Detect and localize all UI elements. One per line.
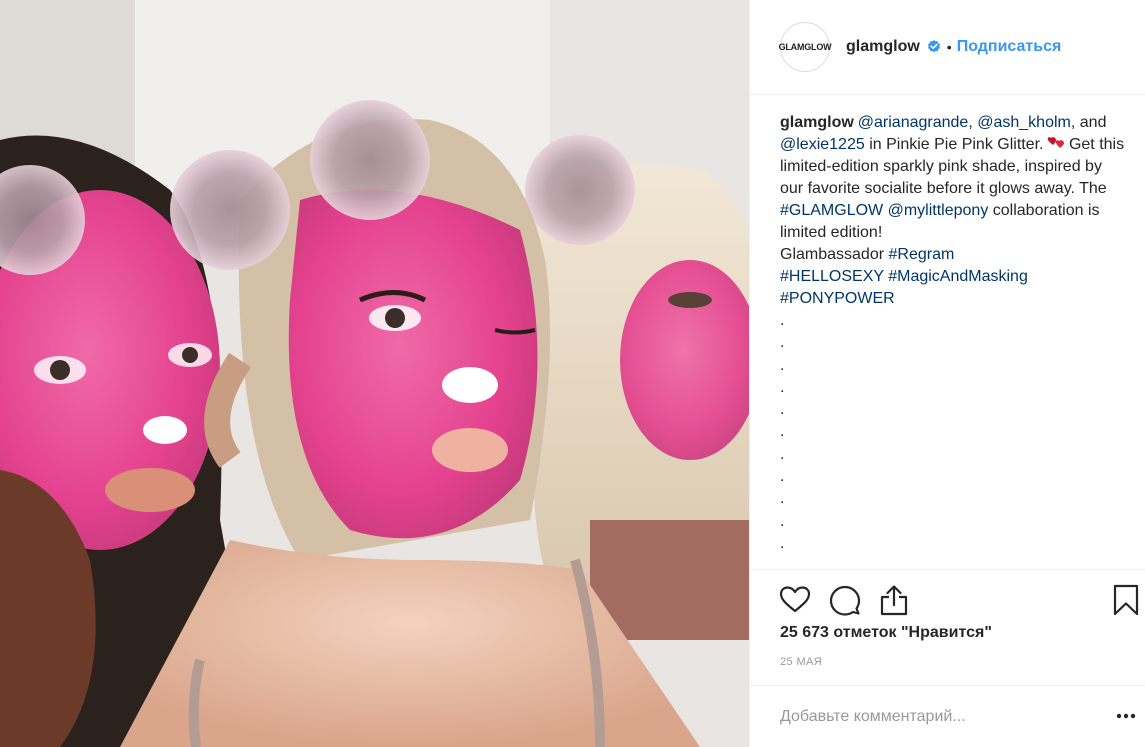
hashtag-link[interactable]: #MagicAndMasking — [888, 268, 1028, 285]
more-options-button[interactable] — [1115, 706, 1137, 726]
post-actions-bar — [750, 569, 1145, 627]
ellipsis-icon — [1116, 713, 1136, 719]
mention-link[interactable]: @mylittlepony — [888, 202, 989, 219]
caption-text: , — [1070, 114, 1076, 131]
avatar[interactable]: GLAMGLOW — [778, 22, 832, 72]
post-caption: glamglow @arianagrande, @ash_kholm, and @… — [780, 112, 1125, 568]
mention-link[interactable]: @lexie1225 — [780, 136, 865, 153]
bookmark-icon — [1113, 584, 1139, 616]
caption-text: and — [1079, 114, 1107, 131]
mention-link[interactable]: @ash_kholm — [977, 114, 1071, 131]
like-button[interactable] — [779, 584, 811, 616]
share-button[interactable] — [878, 584, 910, 616]
post-date[interactable]: 25 мая — [780, 656, 822, 668]
share-upload-icon — [880, 585, 908, 616]
caption-dot: . — [780, 423, 785, 441]
caption-text: , — [968, 114, 973, 131]
comment-input[interactable] — [780, 704, 1080, 730]
comment-bubble-icon — [829, 585, 861, 616]
two-hearts-emoji-icon — [1047, 135, 1065, 149]
comment-form — [750, 685, 1145, 747]
caption-username[interactable]: glamglow — [780, 114, 854, 131]
save-button[interactable] — [1110, 584, 1142, 616]
hashtag-link[interactable]: #HELLOSEXY — [780, 268, 884, 285]
caption-text: Glambassador — [780, 246, 885, 263]
likes-count[interactable]: 25 673 отметок "Нравится" — [780, 624, 992, 642]
caption-dot: . — [780, 490, 785, 508]
mention-link[interactable]: @arianagrande — [858, 114, 969, 131]
post-header: GLAMGLOW glamglow • Подписаться — [750, 0, 1145, 95]
caption-dot: . — [780, 468, 785, 486]
avatar-logo-text: GLAMGLOW — [778, 42, 832, 52]
post-photo[interactable] — [0, 0, 749, 747]
caption-dot: . — [780, 378, 785, 396]
hashtag-link[interactable]: #GLAMGLOW — [780, 202, 883, 219]
caption-dot: . — [780, 445, 785, 463]
hashtag-link[interactable]: #Regram — [889, 246, 955, 263]
heart-outline-icon — [779, 586, 811, 613]
caption-dot: . — [780, 512, 785, 530]
comment-button[interactable] — [829, 584, 861, 616]
username-link[interactable]: glamglow — [846, 38, 920, 56]
header-separator: • — [946, 39, 952, 55]
caption-dot: . — [780, 534, 785, 552]
caption-dot: . — [780, 334, 785, 352]
caption-dot: . — [780, 312, 785, 329]
caption-dot: . — [780, 356, 785, 374]
hashtag-link[interactable]: #PONYPOWER — [780, 290, 895, 307]
photo-illustration — [0, 0, 749, 747]
verified-badge-icon — [927, 40, 941, 54]
follow-button[interactable]: Подписаться — [957, 38, 1062, 56]
caption-text: in Pinkie Pie Pink Glitter. — [869, 136, 1044, 153]
caption-dot: . — [780, 401, 785, 419]
post-details-panel: GLAMGLOW glamglow • Подписаться glamglow… — [749, 0, 1145, 747]
